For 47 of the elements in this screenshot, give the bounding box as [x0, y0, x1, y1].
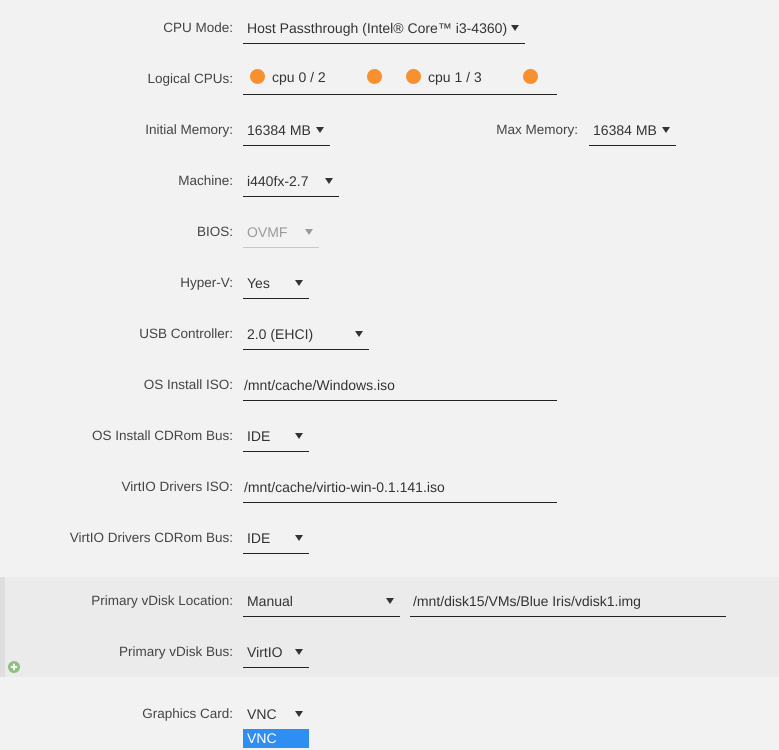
cpu-pair-label: cpu 0 / 2 [272, 68, 326, 84]
cpu-mode-select[interactable]: Host Passthrough (Intel® Core™ i3-4360) [243, 12, 525, 44]
initial-memory-select[interactable]: 16384 MB [243, 114, 330, 146]
caret-icon [662, 126, 670, 132]
max-memory-select[interactable]: 16384 MB [589, 114, 676, 146]
field-label: Initial Memory: [145, 122, 233, 137]
cpu-pair-label: cpu 1 / 3 [428, 68, 482, 84]
virtio-iso-field[interactable]: /mnt/cache/virtio-win-0.1.141.iso [243, 471, 557, 503]
virtio-cdrom-bus-select[interactable]: IDE [243, 522, 309, 554]
caret-icon [325, 178, 333, 184]
field-label: Machine: [178, 173, 233, 188]
caret-icon [295, 432, 303, 438]
field-label: VirtIO Drivers CDRom Bus: [70, 530, 233, 545]
os-cdrom-bus-select[interactable]: IDE [243, 420, 309, 452]
os-install-iso-field[interactable]: /mnt/cache/Windows.iso [243, 369, 557, 401]
caret-icon [295, 280, 303, 286]
caret-icon [316, 126, 324, 132]
caret-icon [386, 598, 394, 604]
caret-icon [305, 228, 313, 234]
caret-icon [295, 710, 303, 716]
caret-icon [511, 24, 519, 30]
field-label: OS Install ISO: [144, 377, 233, 392]
usb-controller-select[interactable]: 2.0 (EHCI) [243, 318, 369, 350]
field-label: Graphics Card: [142, 706, 233, 721]
field-label: Primary vDisk Location: [91, 593, 233, 608]
caret-icon [355, 330, 363, 336]
add-icon[interactable] [8, 661, 20, 673]
field-label: Hyper-V: [180, 275, 233, 290]
field-label: OS Install CDRom Bus: [92, 428, 233, 443]
vdisk-path-field[interactable]: /mnt/disk15/VMs/Blue Iris/vdisk1.img [410, 585, 726, 617]
field-label: USB Controller: [139, 326, 233, 341]
hyper-v-select[interactable]: Yes [243, 267, 309, 299]
field-label: CPU Mode: [163, 20, 233, 35]
field-label: Max Memory: [496, 122, 578, 137]
field-label: Logical CPUs: [147, 71, 233, 86]
field-label: VirtIO Drivers ISO: [121, 479, 233, 494]
checkbox[interactable] [250, 69, 265, 84]
checkbox[interactable] [406, 69, 421, 84]
vdisk-location-select[interactable]: Manual [243, 585, 400, 617]
caret-icon [295, 648, 303, 654]
vdisk-bus-select[interactable]: VirtIO [243, 636, 309, 668]
checkbox[interactable] [367, 69, 382, 84]
field-label: Primary vDisk Bus: [118, 644, 233, 659]
machine-select[interactable]: i440fx-2.7 [243, 165, 339, 197]
field-label: BIOS: [196, 224, 233, 239]
checkbox[interactable] [523, 69, 538, 84]
caret-icon [295, 534, 303, 540]
